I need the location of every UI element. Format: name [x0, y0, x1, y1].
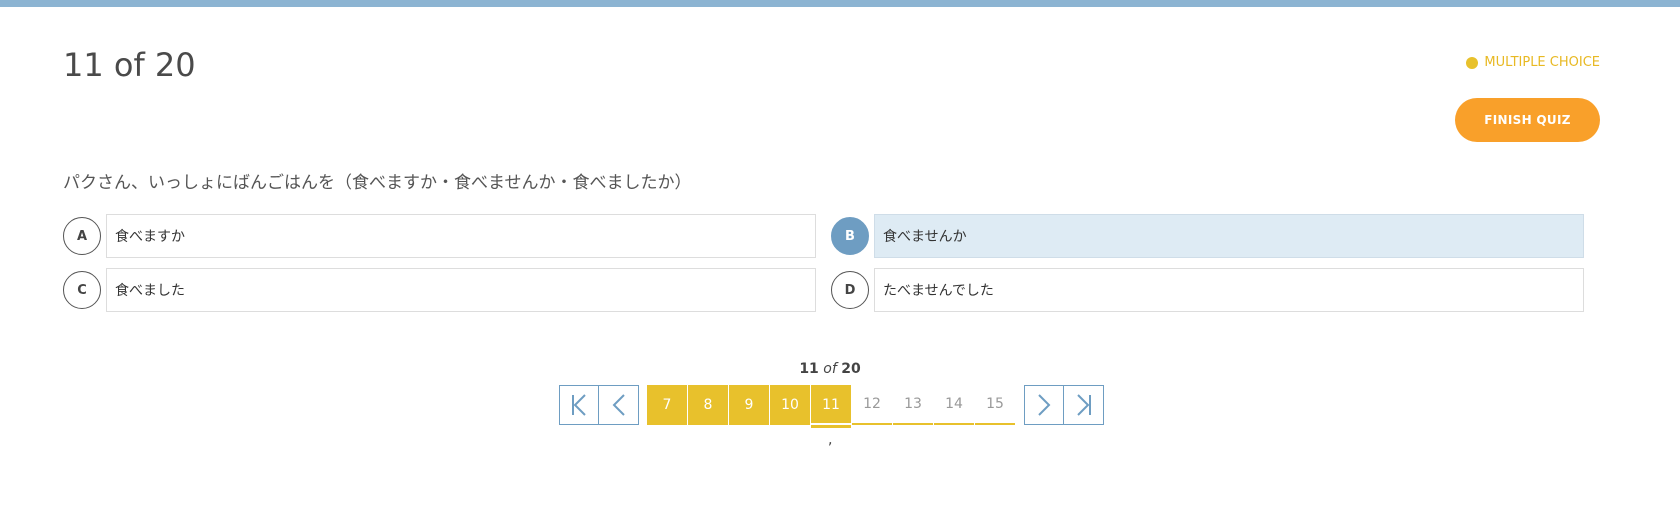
- answer-letter[interactable]: B: [831, 217, 869, 255]
- page-list: 7 8 9 10 11 12 13 14 15: [647, 385, 1016, 428]
- pager-status: 11 of 20: [0, 361, 1660, 377]
- answer-letter[interactable]: A: [63, 217, 101, 255]
- answer-letter[interactable]: D: [831, 271, 869, 309]
- page-button-10[interactable]: 10: [770, 385, 810, 425]
- page-button-13[interactable]: 13: [893, 385, 933, 425]
- page-button-15[interactable]: 15: [975, 385, 1015, 425]
- last-page-button[interactable]: [1064, 385, 1104, 425]
- next-page-button[interactable]: [1024, 385, 1064, 425]
- page-button-9[interactable]: 9: [729, 385, 769, 425]
- answer-text[interactable]: 食べませんか: [874, 214, 1584, 258]
- chevron-right-icon: [1038, 394, 1051, 416]
- top-progress-bar: [0, 0, 1680, 7]
- page-button-7[interactable]: 7: [647, 385, 687, 425]
- answer-text[interactable]: 食べますか: [106, 214, 816, 258]
- answer-option-b[interactable]: B 食べませんか: [831, 214, 1584, 258]
- pager-current: 11: [799, 361, 819, 377]
- answer-option-c[interactable]: C 食べました: [63, 268, 816, 312]
- chevron-left-icon: [612, 394, 625, 416]
- answer-letter[interactable]: C: [63, 271, 101, 309]
- page-button-12[interactable]: 12: [852, 385, 892, 425]
- pager-of: of: [823, 361, 837, 377]
- first-page-icon: [572, 394, 586, 416]
- finish-quiz-button[interactable]: FINISH QUIZ: [1455, 98, 1600, 142]
- question-type-dot-icon: [1466, 56, 1479, 69]
- first-page-button[interactable]: [559, 385, 599, 425]
- page-button-14[interactable]: 14: [934, 385, 974, 425]
- pager-trailing-mark: ,: [828, 432, 833, 448]
- answer-option-a[interactable]: A 食べますか: [63, 214, 816, 258]
- answer-text[interactable]: 食べました: [106, 268, 816, 312]
- answer-text[interactable]: たべませんでした: [874, 268, 1584, 312]
- last-page-icon: [1076, 394, 1091, 416]
- question-pager: 7 8 9 10 11 12 13 14 15: [559, 385, 1104, 428]
- question-counter: 11 of 20: [63, 46, 196, 84]
- page-button-11[interactable]: 11: [811, 385, 851, 428]
- page-button-8[interactable]: 8: [688, 385, 728, 425]
- answer-option-d[interactable]: D たべませんでした: [831, 268, 1584, 312]
- pager-total: 20: [841, 361, 861, 377]
- question-type-label: MULTIPLE CHOICE: [1484, 55, 1600, 70]
- question-text: パクさん、いっしょにばんごはんを（食べますか・食べませんか・食べましたか）: [63, 173, 692, 193]
- question-type-indicator: MULTIPLE CHOICE: [1466, 55, 1600, 70]
- previous-page-button[interactable]: [599, 385, 639, 425]
